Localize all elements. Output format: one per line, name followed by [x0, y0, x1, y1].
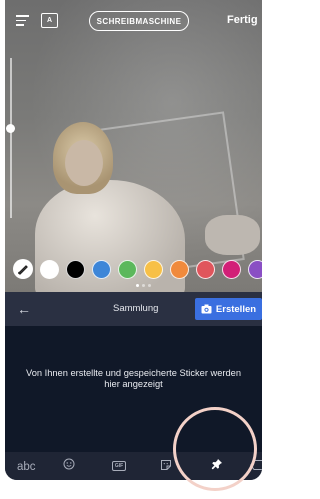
- palette-page-indicator: [136, 284, 151, 287]
- font-style-icon[interactable]: A: [41, 13, 58, 28]
- color-swatch-black[interactable]: [66, 259, 85, 279]
- size-slider-track[interactable]: [10, 58, 12, 218]
- keyboard-toolbar: abc GIF: [5, 452, 262, 480]
- sticker-panel-body: Von Ihnen erstellte und gespeicherte Sti…: [5, 326, 262, 452]
- color-swatch-yellow[interactable]: [144, 259, 163, 279]
- emoji-icon[interactable]: [63, 458, 75, 475]
- color-swatch-red[interactable]: [196, 259, 215, 279]
- pin-icon[interactable]: [211, 458, 223, 475]
- color-palette: [13, 258, 262, 280]
- phone-screen: A SCHREIBMASCHINE Fertig ← Sammlung Erst…: [5, 0, 262, 480]
- gif-icon[interactable]: GIF: [112, 461, 126, 471]
- sticker-icon[interactable]: [160, 459, 172, 476]
- collection-title: Sammlung: [113, 303, 159, 314]
- sticker-panel-header: ← Sammlung Erstellen: [5, 292, 262, 326]
- color-swatch-purple[interactable]: [248, 259, 262, 279]
- color-swatch-orange[interactable]: [170, 259, 189, 279]
- color-swatch-magenta[interactable]: [222, 259, 241, 279]
- editor-top-bar: A SCHREIBMASCHINE Fertig: [5, 0, 262, 44]
- color-swatch-white[interactable]: [40, 259, 59, 279]
- color-swatch-green[interactable]: [118, 259, 137, 279]
- photo-person-face: [65, 140, 103, 186]
- create-sticker-button[interactable]: Erstellen: [195, 298, 262, 320]
- size-slider-thumb[interactable]: [6, 124, 15, 133]
- camera-icon: [201, 304, 212, 314]
- menu-icon[interactable]: [16, 15, 29, 26]
- color-swatch-blue[interactable]: [92, 259, 111, 279]
- font-style-button[interactable]: SCHREIBMASCHINE: [89, 11, 189, 31]
- empty-state-message: Von Ihnen erstellte und gespeicherte Sti…: [26, 368, 241, 389]
- done-button[interactable]: Fertig: [227, 14, 258, 26]
- abc-keyboard-button[interactable]: abc: [17, 459, 36, 475]
- photo-person-arm: [205, 215, 260, 255]
- arrow-left-icon[interactable]: ←: [17, 302, 31, 316]
- backspace-icon[interactable]: [250, 459, 262, 476]
- brush-icon[interactable]: [13, 259, 33, 279]
